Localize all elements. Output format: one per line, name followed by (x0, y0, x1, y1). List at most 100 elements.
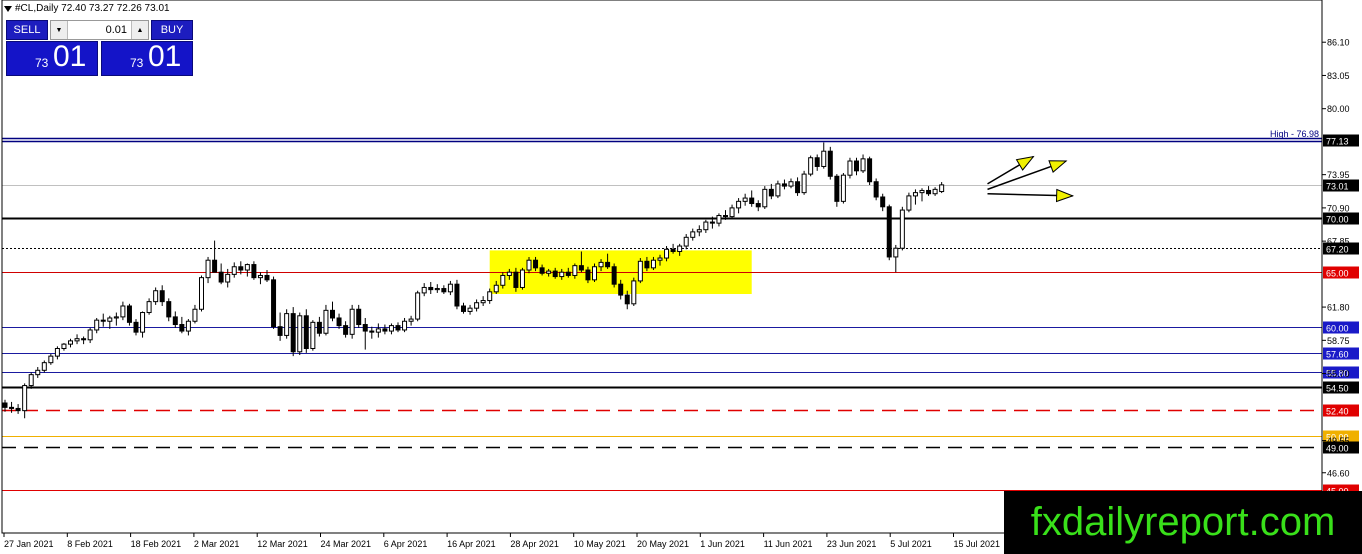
level-price-label: 57.60 (1326, 350, 1349, 360)
candle (834, 174, 840, 207)
dropdown-triangle-icon[interactable] (4, 5, 12, 12)
candle-body-bear (15, 407, 21, 412)
candle (795, 177, 801, 196)
candle (886, 204, 892, 261)
lot-size-input[interactable]: 0.01 (68, 24, 131, 36)
candle-body-bear (578, 265, 584, 271)
y-tick-label: 61.80 (1327, 303, 1350, 313)
y-tick-label: 55.70 (1327, 369, 1350, 379)
trend-arrow[interactable] (987, 155, 1035, 185)
candle (421, 283, 427, 297)
candle-body-bear (133, 321, 139, 333)
candle-body-bull (35, 369, 41, 376)
candle-body-bear (533, 259, 539, 269)
candle-body-bull (199, 277, 204, 310)
candle (696, 225, 702, 237)
candle (683, 234, 689, 250)
candle (716, 213, 722, 227)
candle (519, 267, 525, 290)
buy-button[interactable]: BUY (151, 20, 193, 40)
y-tick-label: 86.10 (1327, 38, 1350, 48)
y-tick-label: 70.90 (1327, 203, 1350, 213)
x-tick-label: 5 Jul 2021 (890, 539, 932, 549)
candle-body-bull (729, 207, 735, 218)
candle (179, 316, 185, 334)
candle (303, 309, 309, 353)
candle (382, 324, 388, 335)
candle-body-bull (349, 308, 355, 335)
candle-body-bull (41, 362, 47, 371)
candle (827, 146, 833, 180)
x-tick-label: 6 Apr 2021 (384, 539, 428, 549)
candle-body-bear (343, 325, 349, 335)
candle (356, 304, 362, 328)
candle (159, 285, 165, 306)
lot-increase-icon[interactable]: ▲ (131, 21, 148, 39)
x-tick-label: 23 Jun 2021 (827, 539, 877, 549)
trend-arrow[interactable] (987, 188, 1075, 203)
candle (172, 311, 178, 328)
level-price-label: 65.00 (1326, 269, 1349, 279)
arrow-head-icon[interactable] (1015, 155, 1035, 171)
candle-body-bull (703, 221, 709, 231)
candle-body-bull (68, 340, 73, 345)
candle-body-bull (61, 343, 67, 350)
buy-price-box[interactable]: 73 01 (101, 40, 193, 76)
candle (362, 317, 368, 350)
lot-decrease-icon[interactable]: ▼ (51, 21, 68, 39)
candle-body-bull (500, 274, 506, 286)
level-price-label: 70.00 (1326, 215, 1349, 225)
arrows-group[interactable] (987, 155, 1075, 203)
candle-body-bear (605, 261, 611, 268)
candle (840, 173, 846, 204)
chart-window[interactable]: 77.13 73.01 70.00 67.20 65.00 60.00 57.60 55.80… (0, 0, 1362, 554)
one-click-trading-panel: SELL ▼ 0.01 ▲ BUY 73 01 73 01 (6, 20, 193, 76)
candle (775, 180, 781, 199)
candle (408, 315, 414, 326)
candle-body-bear (454, 283, 460, 307)
candle (369, 326, 375, 339)
candle (218, 263, 224, 285)
candle (192, 304, 198, 324)
candle-body-bull (690, 231, 696, 238)
candle-body-bear (873, 181, 879, 198)
candle-body-bull (860, 158, 866, 172)
x-tick-label: 27 Jan 2021 (4, 539, 54, 549)
candle (847, 157, 853, 179)
level-lines-group[interactable] (2, 137, 1322, 491)
candle-body-bull (716, 215, 722, 224)
candle-body-bear (382, 328, 388, 332)
candle (729, 204, 735, 219)
candle-body-bear (565, 271, 571, 276)
candle (637, 258, 643, 284)
candle (939, 182, 945, 194)
candle-body-bull (185, 320, 191, 332)
candle-body-bull (107, 317, 113, 322)
candle-body-bull (22, 385, 28, 412)
candle (225, 268, 231, 288)
sell-price-box[interactable]: 73 01 (6, 40, 98, 76)
candle-body-bear (271, 279, 277, 328)
candle (185, 319, 191, 336)
candle-body-bear (303, 315, 309, 349)
candle-body-bear (212, 259, 218, 273)
candle (854, 157, 859, 176)
candle (153, 287, 159, 305)
candle (474, 299, 480, 312)
sell-button[interactable]: SELL (6, 20, 48, 40)
price-chart[interactable]: 77.1373.0170.0067.2065.0060.0057.6055.80… (0, 0, 1362, 554)
candle (140, 311, 146, 338)
candle-body-bear (755, 203, 761, 208)
candle (120, 301, 126, 321)
arrow-head-icon[interactable] (1048, 160, 1068, 173)
candle-body-bull (48, 355, 54, 364)
x-tick-label: 2 Mar 2021 (194, 539, 240, 549)
candle-body-bull (205, 259, 211, 279)
candle-body-bear (100, 319, 106, 322)
candle-body-bear (539, 267, 545, 274)
candle-body-bull (840, 174, 846, 202)
x-tick-label: 18 Feb 2021 (131, 539, 182, 549)
lot-size-stepper[interactable]: ▼ 0.01 ▲ (50, 20, 149, 40)
buy-price-small: 73 (130, 56, 144, 70)
arrow-head-icon[interactable] (1055, 188, 1075, 203)
